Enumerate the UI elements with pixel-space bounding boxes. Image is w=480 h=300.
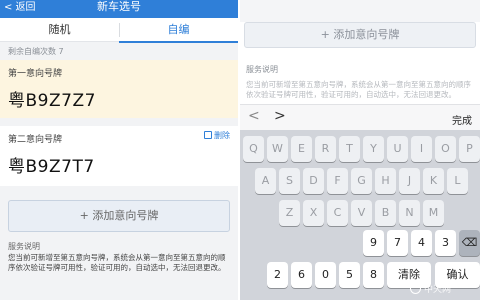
key-h[interactable]: H <box>375 168 396 194</box>
key-q[interactable]: Q <box>243 136 264 162</box>
key-b[interactable]: B <box>375 200 396 226</box>
key-4[interactable]: 4 <box>411 230 432 256</box>
plate-card-label: 第二意向号牌 <box>8 135 63 145</box>
add-plate-button[interactable]: + 添加意向号牌 <box>244 22 476 48</box>
next-field-button[interactable]: > <box>274 108 286 124</box>
remaining-count: 剩余自编次数 7 <box>8 47 64 56</box>
key-a[interactable]: A <box>255 168 276 194</box>
key-z[interactable]: Z <box>279 200 300 226</box>
trash-icon <box>204 131 212 139</box>
plate-card-2[interactable]: 第二意向号牌 删除 粤B9Z7T7 <box>0 126 238 186</box>
key-j[interactable]: J <box>399 168 420 194</box>
left-screen: < 返回 新车选号 随机 自编 剩余自编次数 7 第一意向号牌 粤B9Z7Z7 … <box>0 0 238 300</box>
key-l[interactable]: L <box>447 168 468 194</box>
key-w[interactable]: W <box>267 136 288 162</box>
key-u[interactable]: U <box>387 136 408 162</box>
key-r[interactable]: R <box>315 136 336 162</box>
key-m[interactable]: M <box>423 200 444 226</box>
key-g[interactable]: G <box>351 168 372 194</box>
delete-button[interactable]: 删除 <box>204 130 230 141</box>
backspace-key[interactable]: ⌫ <box>459 230 480 256</box>
service-title: 服务说明 <box>246 65 278 74</box>
service-text: 您当前可新增至第五意向号牌，系统会从第一意向至第五意向的顺序依次验证号牌可用性，… <box>246 80 471 99</box>
key-c[interactable]: C <box>327 200 348 226</box>
key-t[interactable]: T <box>339 136 360 162</box>
service-title: 服务说明 <box>8 242 40 251</box>
key-6[interactable]: 6 <box>291 262 312 288</box>
key-2[interactable]: 2 <box>267 262 288 288</box>
plate-number[interactable]: 粤B9Z7Z7 <box>8 86 96 111</box>
key-e[interactable]: E <box>291 136 312 162</box>
key-n[interactable]: N <box>399 200 420 226</box>
key-f[interactable]: F <box>327 168 348 194</box>
service-text: 您当前可新增至第五意向号牌，系统会从第一意向至第五意向的顺序依次验证号牌可用性，… <box>8 253 226 272</box>
nav-bar: < 返回 新车选号 <box>0 0 238 18</box>
watermark: 中天网 <box>424 285 452 295</box>
delete-label: 删除 <box>214 131 230 140</box>
key-i[interactable]: I <box>411 136 432 162</box>
key-5[interactable]: 5 <box>339 262 360 288</box>
tab-bar: 随机 自编 <box>0 18 238 43</box>
key-7[interactable]: 7 <box>387 230 408 256</box>
screenshot-stage: < 返回 新车选号 随机 自编 剩余自编次数 7 第一意向号牌 粤B9Z7Z7 … <box>0 0 480 300</box>
tab-custom[interactable]: 自编 <box>119 18 238 43</box>
top-area <box>240 0 480 22</box>
key-k[interactable]: K <box>423 168 444 194</box>
plate-number[interactable]: 粤B9Z7T7 <box>8 152 95 177</box>
plate-card-label: 第一意向号牌 <box>8 69 63 79</box>
key-9[interactable]: 9 <box>363 230 384 256</box>
key-y[interactable]: Y <box>363 136 384 162</box>
key-v[interactable]: V <box>351 200 372 226</box>
page-title: 新车选号 <box>97 0 141 13</box>
key-s[interactable]: S <box>279 168 300 194</box>
key-x[interactable]: X <box>303 200 324 226</box>
keyboard: Q W E R T Y U I O P A S D F G H J K L Z … <box>240 130 480 300</box>
keyboard-toolbar: < > 完成 <box>240 104 480 130</box>
key-8[interactable]: 8 <box>363 262 384 288</box>
key-0[interactable]: 0 <box>315 262 336 288</box>
key-p[interactable]: P <box>459 136 480 162</box>
add-plate-button[interactable]: + 添加意向号牌 <box>8 200 230 232</box>
tab-random[interactable]: 随机 <box>0 18 119 42</box>
plate-card-1[interactable]: 第一意向号牌 粤B9Z7Z7 <box>0 60 238 118</box>
prev-field-button[interactable]: < <box>248 108 260 124</box>
watermark-icon <box>410 283 421 294</box>
right-screen: + 添加意向号牌 服务说明 您当前可新增至第五意向号牌，系统会从第一意向至第五意… <box>238 0 480 300</box>
key-d[interactable]: D <box>303 168 324 194</box>
done-button[interactable]: 完成 <box>452 112 472 127</box>
key-3[interactable]: 3 <box>435 230 456 256</box>
key-o[interactable]: O <box>435 136 456 162</box>
